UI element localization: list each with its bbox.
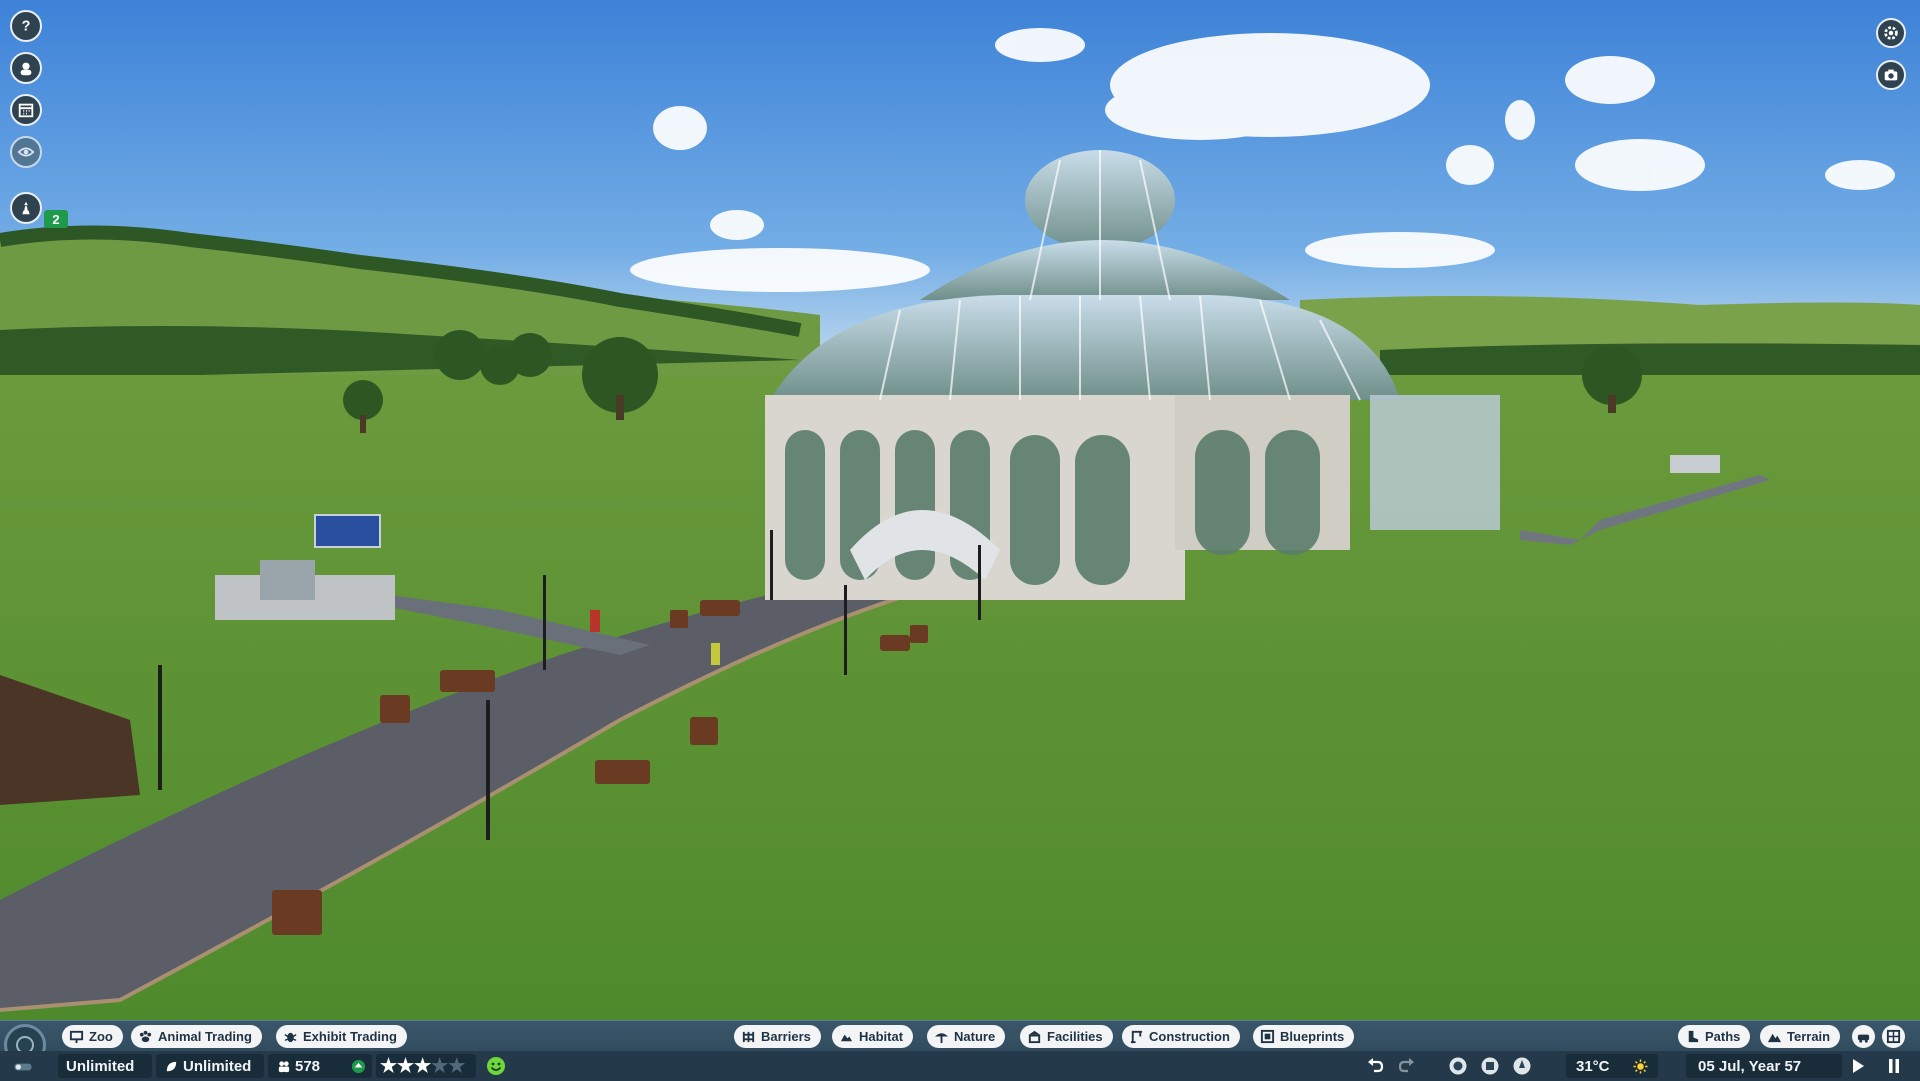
date-display: 05 Jul, Year 57 bbox=[1686, 1054, 1842, 1078]
habitat-icon bbox=[840, 1034, 853, 1042]
star-filled-icon: ★ bbox=[397, 1055, 415, 1077]
tab-barriers-label: Barriers bbox=[761, 1029, 811, 1044]
pause-icon[interactable] bbox=[1882, 1054, 1906, 1078]
tab-blueprints[interactable]: Blueprints bbox=[1253, 1025, 1355, 1048]
guest-mood-icon[interactable] bbox=[484, 1054, 508, 1078]
bug-icon bbox=[284, 1032, 297, 1043]
star-filled-icon: ★ bbox=[380, 1055, 398, 1077]
grid-toggle-button[interactable] bbox=[1882, 1025, 1905, 1048]
temperature-value: 31°C bbox=[1576, 1057, 1610, 1075]
scenario-icon[interactable] bbox=[10, 192, 42, 224]
tab-facilities-label: Facilities bbox=[1047, 1029, 1103, 1044]
help-icon[interactable]: ? bbox=[10, 10, 42, 42]
animal-overview-icon[interactable] bbox=[1446, 1054, 1470, 1078]
guest-count-value: 578 bbox=[295, 1057, 321, 1075]
status-toggle-icon[interactable] bbox=[4, 1055, 42, 1079]
date-value: 05 Jul, Year 57 bbox=[1698, 1057, 1802, 1075]
trend-up-icon bbox=[351, 1059, 366, 1073]
blueprint-icon bbox=[1260, 1029, 1275, 1044]
tab-nature[interactable]: Nature bbox=[927, 1025, 1006, 1048]
zoo-rating[interactable]: ★ ★ ★ ★ ★ bbox=[376, 1054, 476, 1078]
mountain-icon bbox=[1767, 1033, 1782, 1043]
scenario-count-badge: 2 bbox=[44, 210, 68, 228]
tab-terrain[interactable]: Terrain bbox=[1760, 1025, 1841, 1048]
photo-mode-icon[interactable] bbox=[1876, 60, 1906, 90]
boot-icon bbox=[1688, 1030, 1699, 1043]
money-display[interactable]: Unlimited bbox=[58, 1054, 152, 1078]
tab-exhibit-trading-label: Exhibit Trading bbox=[303, 1029, 397, 1044]
play-speed-icon[interactable] bbox=[1846, 1054, 1870, 1078]
undo-icon[interactable] bbox=[1364, 1054, 1388, 1078]
zoo-sign-icon bbox=[69, 1030, 84, 1044]
tab-habitat[interactable]: Habitat bbox=[832, 1025, 914, 1048]
heatmap-icon[interactable] bbox=[1510, 1054, 1534, 1078]
zookeeper-icon[interactable] bbox=[10, 52, 42, 84]
settings-icon[interactable] bbox=[1876, 18, 1906, 48]
tab-exhibit-trading[interactable]: Exhibit Trading bbox=[276, 1025, 407, 1048]
tab-animal-trading-label: Animal Trading bbox=[158, 1029, 252, 1044]
grid-toggle-icon bbox=[1886, 1029, 1901, 1044]
svg-text:?: ? bbox=[22, 19, 31, 35]
star-filled-icon: ★ bbox=[414, 1055, 432, 1077]
shop-icon bbox=[1028, 1030, 1041, 1044]
tab-nature-label: Nature bbox=[954, 1029, 996, 1044]
crane-icon bbox=[1130, 1030, 1143, 1044]
paw-icon bbox=[139, 1030, 152, 1043]
tab-zoo[interactable]: Zoo bbox=[62, 1025, 123, 1048]
track-ride-button[interactable] bbox=[1852, 1025, 1875, 1048]
tree-icon bbox=[934, 1033, 949, 1044]
view-eye-icon[interactable] bbox=[10, 136, 42, 168]
tab-paths-label: Paths bbox=[1705, 1029, 1741, 1044]
leaf-icon bbox=[166, 1061, 177, 1071]
guests-icon bbox=[278, 1060, 290, 1072]
calendar-icon[interactable] bbox=[10, 94, 42, 126]
temperature-display: 31°C bbox=[1566, 1054, 1658, 1078]
tab-habitat-label: Habitat bbox=[859, 1029, 904, 1044]
tab-construction-label: Construction bbox=[1149, 1029, 1230, 1044]
tab-terrain-label: Terrain bbox=[1787, 1029, 1831, 1044]
tab-barriers[interactable]: Barriers bbox=[734, 1025, 821, 1048]
guest-count-display[interactable]: 578 bbox=[268, 1054, 372, 1078]
fence-icon bbox=[742, 1031, 755, 1043]
redo-icon[interactable] bbox=[1394, 1054, 1418, 1078]
conservation-credits-value: Unlimited bbox=[183, 1057, 252, 1075]
money-value: Unlimited bbox=[66, 1057, 135, 1075]
management-icon[interactable] bbox=[1478, 1054, 1502, 1078]
tab-animal-trading[interactable]: Animal Trading bbox=[131, 1025, 262, 1048]
bottom-toolbar: Zoo Animal Trading Exhibit Trading Barri… bbox=[0, 1020, 1920, 1081]
conservation-credits-display[interactable]: Unlimited bbox=[156, 1054, 264, 1078]
track-ride-icon bbox=[1857, 1034, 1870, 1043]
tab-blueprints-label: Blueprints bbox=[1280, 1029, 1345, 1044]
tab-paths[interactable]: Paths bbox=[1678, 1025, 1751, 1048]
star-empty-icon: ★ bbox=[431, 1055, 449, 1077]
exhibit-kiosk bbox=[1670, 455, 1720, 473]
game-viewport[interactable] bbox=[0, 0, 1920, 1020]
star-empty-icon: ★ bbox=[448, 1055, 466, 1077]
tab-facilities[interactable]: Facilities bbox=[1020, 1025, 1113, 1048]
tab-construction[interactable]: Construction bbox=[1122, 1025, 1240, 1048]
tab-zoo-label: Zoo bbox=[89, 1029, 113, 1044]
sun-icon bbox=[1633, 1058, 1648, 1074]
